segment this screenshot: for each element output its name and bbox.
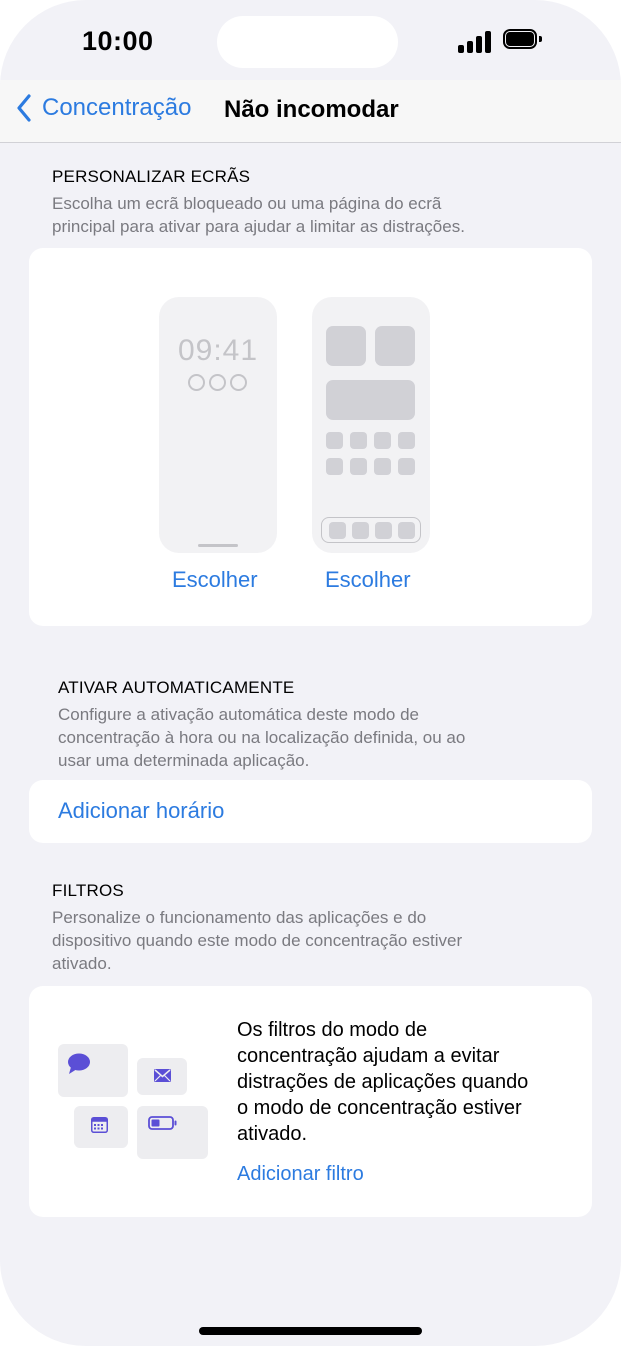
section-description-personalize: Escolha um ecrã bloqueado ou uma página … <box>52 194 465 236</box>
add-schedule-button[interactable]: Adicionar horário <box>58 798 224 824</box>
calendar-icon <box>91 1117 108 1133</box>
status-time: 10:00 <box>82 26 154 56</box>
filter-tile <box>137 1106 208 1159</box>
filter-tile <box>137 1058 187 1095</box>
home-indicator[interactable] <box>199 1327 422 1335</box>
lock-screen-time: 09:41 <box>177 334 259 367</box>
message-icon <box>68 1053 90 1074</box>
home-screen-preview[interactable] <box>312 297 430 553</box>
battery-icon <box>503 29 545 53</box>
section-description-filters: Personalize o funcionamento das aplicaçõ… <box>52 908 463 973</box>
dock-app-icon <box>398 522 415 539</box>
filter-tile <box>58 1044 128 1097</box>
app-icon <box>398 458 415 475</box>
widget-small <box>375 326 415 366</box>
add-schedule-row[interactable]: Adicionar horário <box>29 780 592 843</box>
section-heading-personalize: PERSONALIZAR ECRÃS <box>52 167 251 186</box>
section-description-auto: Configure a ativação automática deste mo… <box>58 705 466 770</box>
phone-screen: 10:00 Concentração Não incomodar PERSONA… <box>0 0 621 1346</box>
app-icon <box>374 432 391 449</box>
app-icon <box>374 458 391 475</box>
back-button[interactable]: Concentração <box>16 94 191 122</box>
app-icon <box>326 432 343 449</box>
dock-app-icon <box>352 522 369 539</box>
dock-app-icon <box>375 522 392 539</box>
section-heading-filters: FILTROS <box>52 881 124 900</box>
choose-home-screen-button[interactable]: Escolher <box>325 567 411 593</box>
page-title: Não incomodar <box>224 96 399 123</box>
filter-tile <box>74 1106 128 1148</box>
dock <box>321 517 421 543</box>
back-button-label: Concentração <box>42 94 192 121</box>
navigation-bar: Concentração Não incomodar <box>0 80 621 143</box>
widget-wide <box>326 380 415 420</box>
filters-info-text: Os filtros do modo de concentração ajuda… <box>237 1019 529 1145</box>
app-icon <box>326 458 343 475</box>
lock-home-indicator <box>198 544 238 547</box>
battery-icon <box>148 1116 177 1130</box>
add-filter-button[interactable]: Adicionar filtro <box>237 1163 364 1186</box>
widget-small <box>326 326 366 366</box>
mail-icon <box>154 1069 171 1082</box>
dynamic-island <box>217 16 398 68</box>
screens-card: 09:41 <box>29 248 592 626</box>
app-icon <box>350 458 367 475</box>
app-icon <box>350 432 367 449</box>
lock-screen-preview[interactable]: 09:41 <box>159 297 277 553</box>
section-heading-auto: ATIVAR AUTOMATICAMENTE <box>58 678 295 697</box>
dock-app-icon <box>329 522 346 539</box>
cellular-signal-icon <box>458 31 492 53</box>
chevron-left-icon <box>17 94 31 122</box>
app-icon <box>398 432 415 449</box>
lock-screen-widgets <box>188 374 247 391</box>
choose-lock-screen-button[interactable]: Escolher <box>172 567 258 593</box>
